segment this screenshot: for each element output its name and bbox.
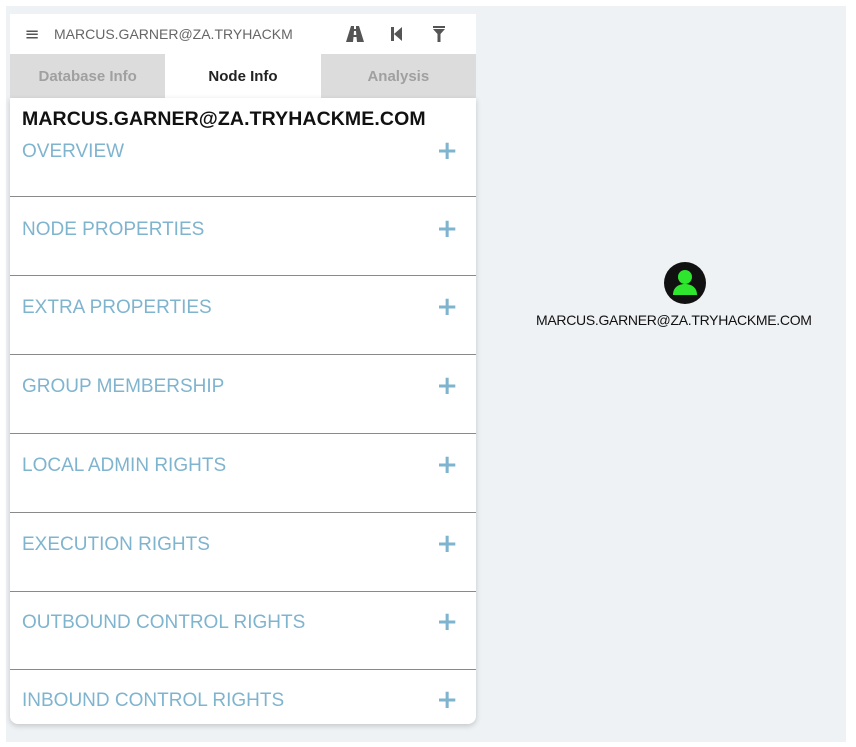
section-label: INBOUND CONTROL RIGHTS [22, 690, 285, 711]
section-label: NODE PROPERTIES [22, 219, 205, 240]
section-outbound-control-rights[interactable]: OUTBOUND CONTROL RIGHTS + [10, 592, 476, 670]
tab-bar: Database Info Node Info Analysis [10, 54, 476, 98]
plus-icon[interactable]: + [436, 687, 458, 713]
user-node[interactable] [664, 262, 706, 304]
plus-icon[interactable]: + [436, 294, 458, 320]
plus-icon[interactable]: + [436, 216, 458, 242]
section-local-admin-rights[interactable]: LOCAL ADMIN RIGHTS + [10, 434, 476, 513]
section-group-membership[interactable]: GROUP MEMBERSHIP + [10, 355, 476, 434]
user-icon [673, 270, 697, 295]
tab-analysis[interactable]: Analysis [320, 54, 476, 98]
section-execution-rights[interactable]: EXECUTION RIGHTS + [10, 513, 476, 592]
plus-icon[interactable]: + [436, 138, 458, 164]
road-icon [346, 26, 364, 42]
node-info-panel: MARCUS.GARNER@ZA.TRYHACKME.COM OVERVIEW … [10, 98, 476, 724]
plus-icon[interactable]: + [436, 609, 458, 635]
pathfinding-button[interactable] [334, 14, 376, 54]
tab-database-info[interactable]: Database Info [10, 54, 166, 98]
section-label: OVERVIEW [22, 141, 125, 162]
section-extra-properties[interactable]: EXTRA PROPERTIES + [10, 276, 476, 355]
section-label: OUTBOUND CONTROL RIGHTS [22, 612, 306, 633]
search-bar: ≡ [10, 14, 476, 54]
hamburger-menu-icon[interactable]: ≡ [10, 14, 54, 54]
section-label: GROUP MEMBERSHIP [22, 376, 225, 397]
section-overview[interactable]: OVERVIEW + [10, 98, 476, 197]
plus-icon[interactable]: + [436, 452, 458, 478]
search-input[interactable] [54, 19, 334, 49]
back-button[interactable] [376, 14, 418, 54]
step-backward-icon [391, 27, 402, 41]
section-inbound-control-rights[interactable]: INBOUND CONTROL RIGHTS + [10, 670, 476, 724]
tab-node-info[interactable]: Node Info [165, 54, 321, 98]
node-label: MARCUS.GARNER@ZA.TRYHACKME.COM [536, 312, 812, 328]
filter-button[interactable] [418, 14, 460, 54]
plus-icon[interactable]: + [436, 531, 458, 557]
section-node-properties[interactable]: NODE PROPERTIES + [10, 197, 476, 276]
filter-icon [433, 26, 445, 42]
section-label: EXTRA PROPERTIES [22, 297, 212, 318]
section-label: LOCAL ADMIN RIGHTS [22, 455, 227, 476]
section-label: EXECUTION RIGHTS [22, 534, 210, 555]
plus-icon[interactable]: + [436, 373, 458, 399]
